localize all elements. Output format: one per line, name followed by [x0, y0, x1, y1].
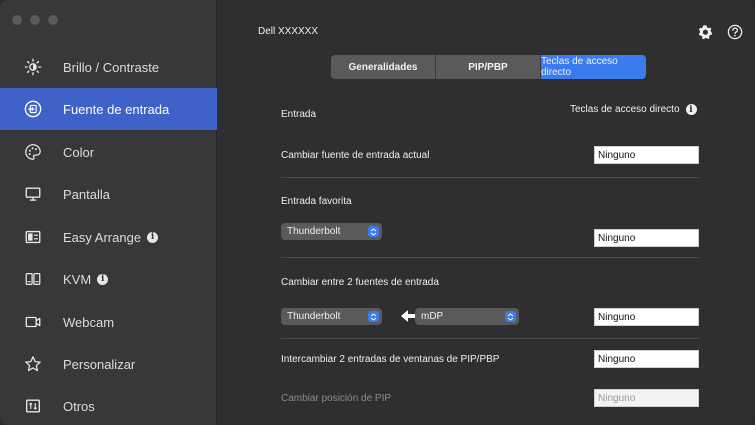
switch-input-b-value: mDP: [421, 311, 444, 322]
help-icon[interactable]: [727, 24, 743, 40]
row-label-cambiar-entre-2: Cambiar entre 2 fuentes de entrada: [281, 277, 439, 288]
sidebar-item-label: Brillo / Contraste: [63, 59, 160, 75]
color-palette-icon: [23, 142, 43, 162]
chevron-updown-icon: [368, 311, 379, 322]
info-icon[interactable]: i: [685, 104, 697, 115]
sidebar-item-label: Fuente de entrada: [63, 101, 170, 117]
gear-icon[interactable]: [697, 24, 713, 40]
minimize-window-button[interactable]: [30, 15, 40, 25]
tab-teclas-de-acceso-directo[interactable]: Teclas de acceso directo: [541, 55, 646, 79]
monitor-icon: [23, 184, 43, 204]
sidebar-item-label: Otros: [63, 398, 95, 414]
brightness-icon: [23, 57, 43, 77]
input-source-icon: [23, 99, 43, 119]
switch-input-a-select[interactable]: Thunderbolt: [281, 308, 382, 325]
row-label-entrada-favorita: Entrada favorita: [281, 196, 352, 207]
column-header-entrada: Entrada: [281, 109, 317, 120]
hotkey-field-cambiar-fuente[interactable]: Ninguno: [594, 146, 699, 164]
tab-pip-pbp[interactable]: PIP/PBP: [436, 55, 541, 79]
tab-generalidades[interactable]: Generalidades: [331, 55, 436, 79]
row-label-intercambiar-pip: Intercambiar 2 entradas de ventanas de P…: [281, 354, 500, 365]
kvm-icon: [23, 269, 43, 289]
sidebar-item-fuente-de-entrada[interactable]: Fuente de entrada: [0, 88, 217, 130]
column-header-hotkeys: Teclas de acceso directo i: [570, 104, 697, 115]
others-icon: [23, 396, 43, 416]
hotkey-field-cambiar-entre-2[interactable]: Ninguno: [594, 308, 699, 326]
divider: [281, 338, 699, 339]
hotkey-field-posicion-pip: Ninguno: [594, 389, 699, 407]
sidebar-item-label: Personalizar: [63, 356, 136, 372]
chevron-updown-icon: [368, 226, 379, 237]
info-icon[interactable]: i: [147, 231, 159, 243]
divider: [281, 177, 699, 178]
sidebar-item-easy-arrange[interactable]: Easy Arrange i: [0, 216, 217, 258]
sidebar-item-label: Pantalla: [63, 186, 110, 202]
favorite-input-select-value: Thunderbolt: [287, 226, 341, 237]
sidebar: Brillo / Contraste Fuente de entrada Col…: [0, 0, 217, 425]
switch-input-a-value: Thunderbolt: [287, 311, 341, 322]
column-header-hotkeys-label: Teclas de acceso directo: [570, 104, 680, 115]
close-window-button[interactable]: [12, 15, 22, 25]
tab-bar: Generalidades PIP/PBP Teclas de acceso d…: [331, 55, 646, 79]
star-icon: [23, 354, 43, 374]
switch-input-b-select[interactable]: mDP: [415, 308, 519, 325]
sidebar-item-webcam[interactable]: Webcam: [0, 301, 217, 343]
sidebar-item-kvm[interactable]: KVM i: [0, 258, 217, 300]
chevron-updown-icon: [505, 311, 516, 322]
sidebar-item-brillo-contraste[interactable]: Brillo / Contraste: [0, 46, 217, 88]
divider: [281, 257, 699, 258]
sidebar-item-label: Easy Arrange: [63, 229, 142, 245]
zoom-window-button[interactable]: [48, 15, 58, 25]
hotkey-field-entrada-favorita[interactable]: Ninguno: [594, 229, 699, 247]
info-icon[interactable]: i: [97, 273, 109, 285]
sidebar-item-color[interactable]: Color: [0, 131, 217, 173]
favorite-input-select[interactable]: Thunderbolt: [281, 223, 382, 240]
webcam-icon: [23, 312, 43, 332]
row-label-posicion-pip: Cambiar posición de PIP: [281, 393, 392, 404]
sidebar-item-otros[interactable]: Otros: [0, 385, 217, 425]
sidebar-item-label: Color: [63, 144, 95, 160]
sidebar-item-personalizar[interactable]: Personalizar: [0, 343, 217, 385]
layout-icon: [23, 227, 43, 247]
app-window: Brillo / Contraste Fuente de entrada Col…: [0, 0, 755, 425]
sidebar-item-label: KVM: [63, 271, 92, 287]
row-label-cambiar-fuente: Cambiar fuente de entrada actual: [281, 150, 430, 161]
window-controls: [12, 15, 58, 25]
main-panel: Dell XXXXXX Generalidades PIP/PBP Teclas…: [218, 0, 755, 425]
hotkey-field-intercambiar-pip[interactable]: Ninguno: [594, 350, 699, 368]
sidebar-item-pantalla[interactable]: Pantalla: [0, 173, 217, 215]
sidebar-item-label: Webcam: [63, 314, 115, 330]
window-title: Dell XXXXXX: [258, 26, 319, 37]
